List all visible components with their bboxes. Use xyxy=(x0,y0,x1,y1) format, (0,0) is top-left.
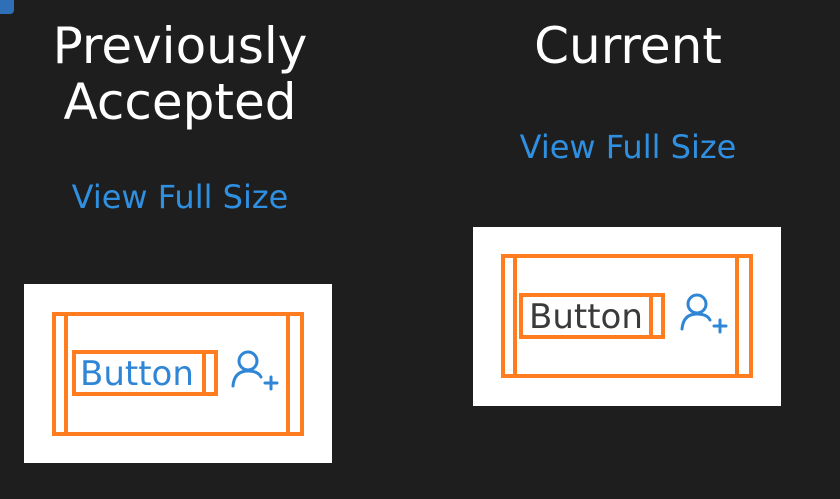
current-view-full-size-link[interactable]: View Full Size xyxy=(520,128,737,166)
current-heading: Current xyxy=(534,17,722,75)
previous-screenshot: Button xyxy=(24,284,332,463)
previous-inner-right-line xyxy=(286,312,290,436)
current-text-right-line xyxy=(649,293,653,339)
previous-button-label: Button xyxy=(80,354,194,394)
previous-column: Previously Accepted View Full Size xyxy=(30,18,330,216)
current-column: Current View Full Size xyxy=(478,18,778,166)
current-inner-right-line xyxy=(735,254,739,378)
previous-text-right-line xyxy=(202,350,206,396)
add-person-icon xyxy=(231,350,279,391)
previous-heading: Previously Accepted xyxy=(52,17,308,131)
previous-inner-left-line xyxy=(64,312,68,436)
corner-tab xyxy=(0,0,14,14)
add-person-icon xyxy=(680,293,728,334)
current-screenshot: Button xyxy=(473,227,781,406)
current-button-label: Button xyxy=(529,297,643,337)
previous-view-full-size-link[interactable]: View Full Size xyxy=(72,178,289,216)
current-inner-left-line xyxy=(513,254,517,378)
